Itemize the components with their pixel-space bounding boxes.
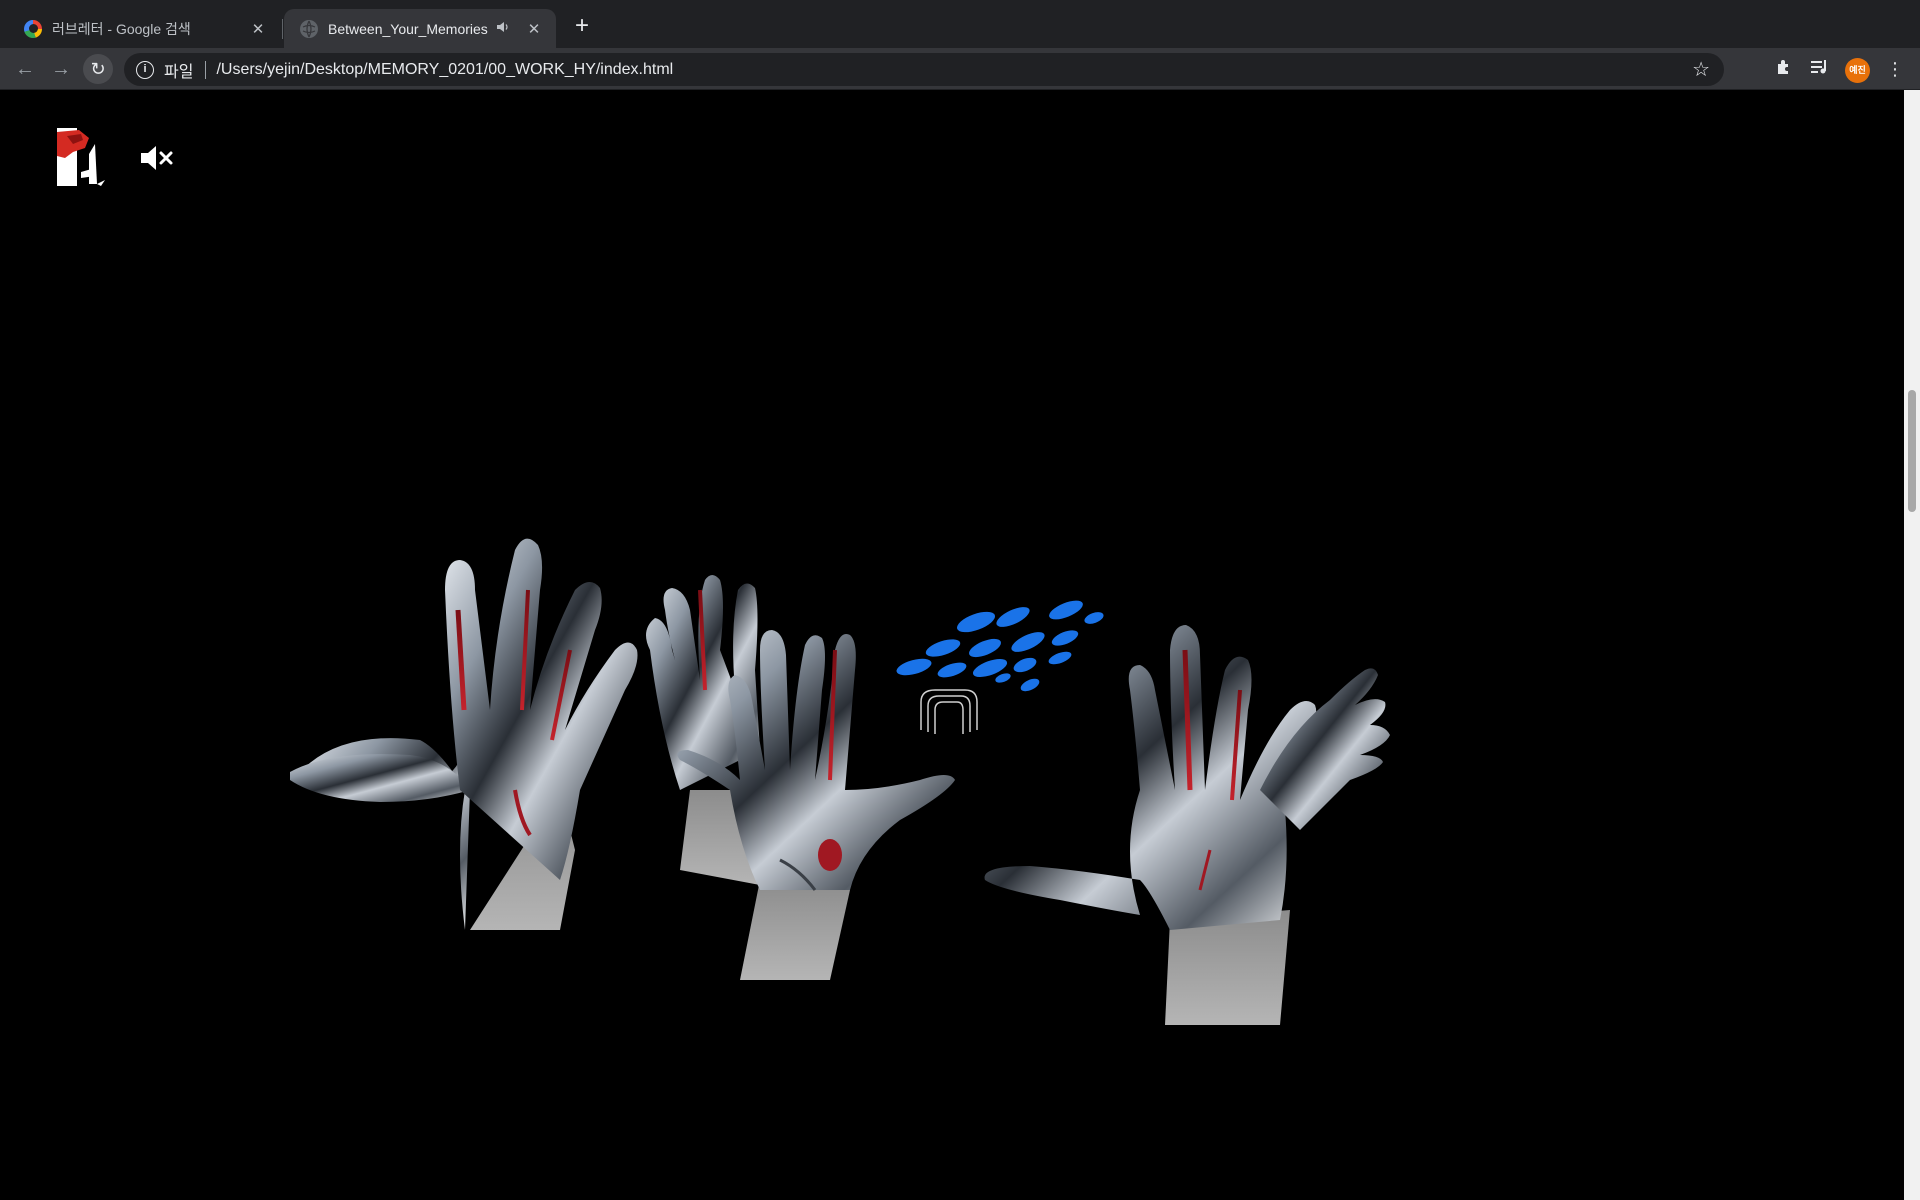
blue-ellipse xyxy=(937,662,967,678)
close-icon[interactable]: ✕ xyxy=(248,20,268,38)
reload-icon[interactable]: ↻ xyxy=(83,54,113,84)
blue-ellipse xyxy=(969,638,1001,658)
chrome-hands-center xyxy=(646,575,955,980)
bookmark-star-icon[interactable]: ☆ xyxy=(1692,57,1710,82)
blue-ellipse xyxy=(1049,600,1083,620)
forward-arrow-icon[interactable]: → xyxy=(46,54,76,84)
address-bar[interactable]: i 파일 /Users/yejin/Desktop/MEMORY_0201/00… xyxy=(124,53,1724,86)
chrome-hand-left xyxy=(290,538,638,930)
media-controls-icon[interactable] xyxy=(1809,58,1831,80)
tab-title: Between_Your_Memories xyxy=(328,20,488,37)
page-viewport xyxy=(0,90,1904,1200)
tab-strip: 러브레터 - Google 검색 ✕ Between_Your_Memories… xyxy=(0,0,1920,48)
blue-ellipse xyxy=(995,673,1011,683)
three-d-scene[interactable] xyxy=(0,90,1904,1200)
blue-ellipse xyxy=(1011,632,1045,652)
tab-between-your-memories[interactable]: Between_Your_Memories ✕ xyxy=(284,9,556,48)
profile-avatar[interactable]: 예진 xyxy=(1845,58,1870,83)
blue-ellipse xyxy=(1013,657,1037,673)
info-icon[interactable]: i xyxy=(136,60,154,79)
extensions-puzzle-icon[interactable] xyxy=(1773,58,1795,80)
blue-ellipse xyxy=(1020,678,1040,692)
scheme-label: 파일 xyxy=(164,63,194,81)
blue-ellipse xyxy=(1051,630,1079,646)
globe-icon xyxy=(300,19,318,38)
blue-ellipse xyxy=(896,658,932,676)
blue-ellipse-swarm xyxy=(896,600,1104,692)
chrome-hands-right xyxy=(984,625,1390,1025)
browser-toolbar: ← → ↻ i 파일 /Users/yejin/Desktop/MEMORY_0… xyxy=(0,48,1920,90)
speaker-icon[interactable] xyxy=(496,21,510,36)
blue-ellipse xyxy=(957,611,995,633)
blue-ellipse xyxy=(925,639,961,657)
blue-ellipse xyxy=(996,607,1030,627)
tab-google-search[interactable]: 러브레터 - Google 검색 ✕ xyxy=(8,9,280,48)
wireframe-glyph xyxy=(920,689,978,734)
tab-divider xyxy=(282,19,283,39)
tab-title: 러브레터 - Google 검색 xyxy=(52,20,191,37)
close-icon[interactable]: ✕ xyxy=(524,20,544,38)
google-icon xyxy=(24,19,42,38)
new-tab-button[interactable]: + xyxy=(569,14,595,40)
vertical-scrollbar[interactable] xyxy=(1904,90,1920,1200)
scrollbar-thumb[interactable] xyxy=(1908,390,1916,512)
blue-ellipse xyxy=(1048,651,1072,665)
back-arrow-icon[interactable]: ← xyxy=(10,54,40,84)
blue-ellipse xyxy=(1084,612,1104,624)
url-text[interactable]: /Users/yejin/Desktop/MEMORY_0201/00_WORK… xyxy=(216,61,1692,79)
more-menu-icon[interactable]: ⋮ xyxy=(1884,58,1906,80)
omnibox-divider xyxy=(205,60,207,79)
